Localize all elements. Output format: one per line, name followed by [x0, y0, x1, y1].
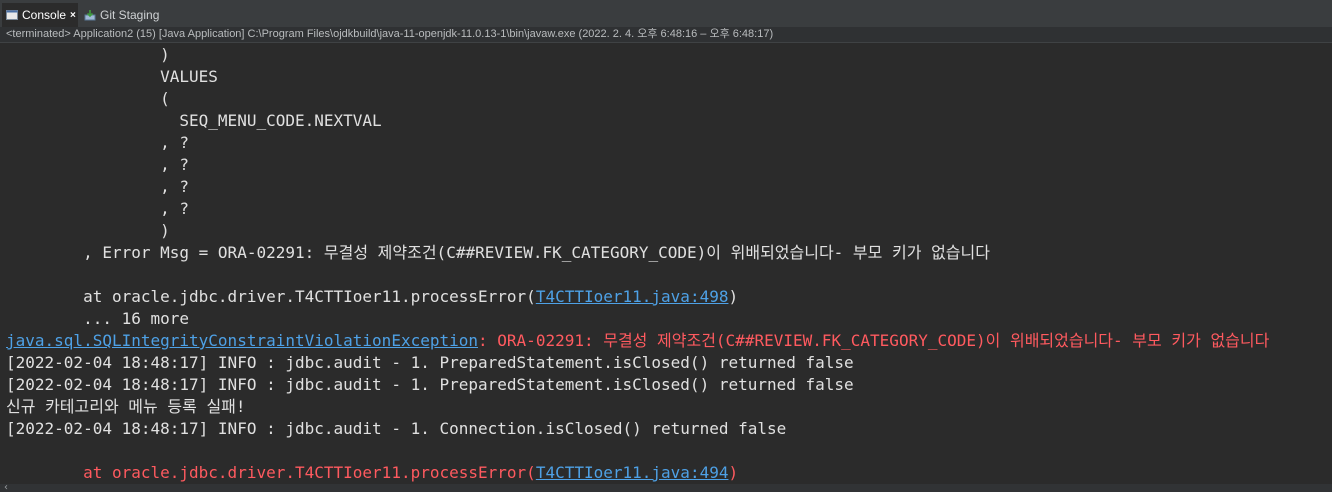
console-text: ... 16 more	[6, 309, 190, 328]
console-text: )	[728, 463, 739, 482]
close-icon[interactable]: ×	[70, 10, 76, 21]
console-icon	[6, 10, 18, 20]
console-text: : ORA-02291: 무결성 제약조건(C##REVIEW.FK_CATEG…	[478, 331, 1270, 350]
console-text: )	[6, 221, 170, 240]
console-line: (	[6, 88, 1269, 110]
console-text: )	[728, 287, 739, 306]
source-link[interactable]: T4CTTIoer11.java:494	[536, 463, 729, 482]
console-text: 신규 카테고리와 메뉴 등록 실패!	[6, 397, 246, 416]
console-text: SEQ_MENU_CODE.NEXTVAL	[6, 111, 382, 130]
console-line: [2022-02-04 18:48:17] INFO : jdbc.audit …	[6, 418, 1269, 440]
console-text: at oracle.jdbc.driver.T4CTTIoer11.proces…	[6, 287, 536, 306]
console-text: VALUES	[6, 67, 218, 86]
view-tab-bar: Console × Git Staging	[0, 0, 1332, 27]
tab-label: Git Staging	[100, 8, 160, 22]
console-line: [2022-02-04 18:48:17] INFO : jdbc.audit …	[6, 374, 1269, 396]
process-status-line: <terminated> Application2 (15) [Java App…	[0, 27, 1332, 43]
git-staging-icon	[84, 10, 96, 21]
scroll-left-icon[interactable]: ‹	[4, 483, 8, 492]
eclipse-console-view: Console × Git Staging <terminated> Appli…	[0, 0, 1332, 492]
console-text: )	[6, 45, 170, 64]
console-text: (	[6, 89, 170, 108]
console-text: , ?	[6, 155, 190, 174]
console-line: at oracle.jdbc.driver.T4CTTIoer11.proces…	[6, 286, 1269, 308]
console-line: )	[6, 220, 1269, 242]
console-line: , ?	[6, 154, 1269, 176]
tab-console[interactable]: Console ×	[2, 3, 78, 27]
console-lines: ) VALUES ( SEQ_MENU_CODE.NEXTVAL , ? , ?…	[6, 44, 1269, 484]
console-text: [2022-02-04 18:48:17] INFO : jdbc.audit …	[6, 353, 854, 372]
console-line: , ?	[6, 132, 1269, 154]
console-line: java.sql.SQLIntegrityConstraintViolation…	[6, 330, 1269, 352]
console-text: [2022-02-04 18:48:17] INFO : jdbc.audit …	[6, 375, 854, 394]
console-line: [2022-02-04 18:48:17] INFO : jdbc.audit …	[6, 352, 1269, 374]
console-line: SEQ_MENU_CODE.NEXTVAL	[6, 110, 1269, 132]
tab-label: Console	[22, 8, 67, 22]
console-text: , ?	[6, 133, 190, 152]
exception-link[interactable]: java.sql.SQLIntegrityConstraintViolation…	[6, 331, 478, 350]
console-line: VALUES	[6, 66, 1269, 88]
console-text: at oracle.jdbc.driver.T4CTTIoer11.proces…	[6, 463, 536, 482]
console-line: )	[6, 44, 1269, 66]
console-line: , Error Msg = ORA-02291: 무결성 제약조건(C##REV…	[6, 242, 1269, 264]
horizontal-scrollbar[interactable]	[0, 484, 1332, 492]
console-line: at oracle.jdbc.driver.T4CTTIoer11.proces…	[6, 462, 1269, 484]
console-text: , ?	[6, 199, 190, 218]
source-link[interactable]: T4CTTIoer11.java:498	[536, 287, 729, 306]
console-line: , ?	[6, 176, 1269, 198]
console-text: , ?	[6, 177, 190, 196]
console-text: , Error Msg = ORA-02291: 무결성 제약조건(C##REV…	[6, 243, 990, 262]
console-text: [2022-02-04 18:48:17] INFO : jdbc.audit …	[6, 419, 787, 438]
console-line: ... 16 more	[6, 308, 1269, 330]
console-line: 신규 카테고리와 메뉴 등록 실패!	[6, 396, 1269, 418]
console-line: , ?	[6, 198, 1269, 220]
console-output[interactable]: ) VALUES ( SEQ_MENU_CODE.NEXTVAL , ? , ?…	[0, 43, 1332, 492]
tab-git-staging[interactable]: Git Staging	[80, 3, 166, 27]
